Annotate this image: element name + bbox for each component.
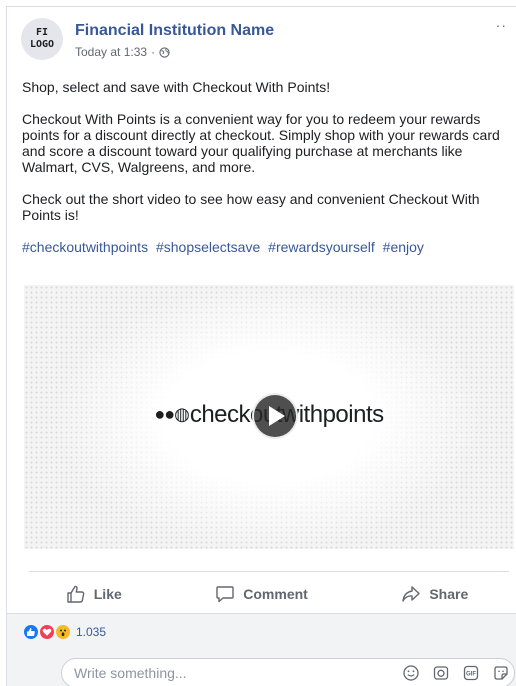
hashtag-link[interactable]: #shopselectsave — [156, 239, 260, 255]
video-player[interactable]: ●●◍checkoutwithpoints — [24, 285, 514, 549]
share-label: Share — [429, 586, 469, 602]
post-meta: Today at 1:33 · — [75, 45, 170, 59]
wow-icon — [55, 624, 71, 640]
comment-button[interactable]: Comment — [205, 580, 318, 608]
comment-tools: GIF — [402, 664, 510, 682]
post-paragraph: Checkout With Points is a convenient way… — [22, 111, 500, 175]
hashtag-link[interactable]: #checkoutwithpoints — [22, 239, 148, 255]
comment-label: Comment — [243, 586, 308, 602]
play-button[interactable] — [252, 393, 298, 439]
reaction-summary[interactable]: 1.035 — [23, 624, 106, 640]
comment-input[interactable] — [74, 665, 374, 681]
post-card: FI LOGO Financial Institution Name Today… — [6, 6, 516, 686]
divider — [29, 571, 509, 572]
hashtag-link[interactable]: #rewardsyourself — [268, 239, 375, 255]
page-logo[interactable]: FI LOGO — [21, 18, 63, 60]
brand-dots-icon: ●●◍ — [154, 404, 189, 424]
post-paragraph: Shop, select and save with Checkout With… — [22, 79, 331, 95]
love-icon — [39, 624, 55, 640]
thumbs-up-icon — [67, 585, 85, 603]
svg-text:GIF: GIF — [466, 672, 476, 678]
share-arrow-icon — [402, 586, 421, 602]
meta-separator: · — [151, 45, 156, 59]
post-header: FI LOGO Financial Institution Name Today… — [21, 15, 506, 63]
share-button[interactable]: Share — [391, 580, 478, 608]
logo-line-2: LOGO — [29, 39, 55, 50]
reaction-count[interactable]: 1.035 — [76, 625, 106, 639]
post-timestamp[interactable]: Today at 1:33 — [75, 45, 147, 59]
page-name-link[interactable]: Financial Institution Name — [75, 22, 274, 40]
like-label: Like — [93, 586, 122, 602]
more-options-icon[interactable]: ·· — [496, 17, 507, 33]
emoji-icon[interactable] — [402, 664, 420, 682]
logo-line-1: FI — [35, 27, 49, 38]
hashtag-link[interactable]: #enjoy — [383, 239, 424, 255]
globe-icon[interactable] — [159, 46, 170, 58]
post-body: Shop, select and save with Checkout With… — [22, 79, 507, 255]
post-paragraph: Check out the short video to see how eas… — [22, 191, 480, 223]
comment-composer[interactable]: GIF — [61, 658, 515, 686]
action-bar: Like Comment Share — [19, 579, 515, 609]
comment-bubble-icon — [216, 586, 234, 603]
like-icon — [23, 624, 39, 640]
gif-icon[interactable]: GIF — [462, 664, 480, 682]
like-button[interactable]: Like — [56, 580, 132, 608]
camera-icon[interactable] — [432, 664, 450, 682]
sticker-icon[interactable] — [492, 664, 510, 682]
hashtag-list: #checkoutwithpoints #shopselectsave #rew… — [22, 239, 507, 255]
play-icon — [269, 406, 285, 426]
post-footer: 1.035 GIF — [7, 613, 516, 686]
